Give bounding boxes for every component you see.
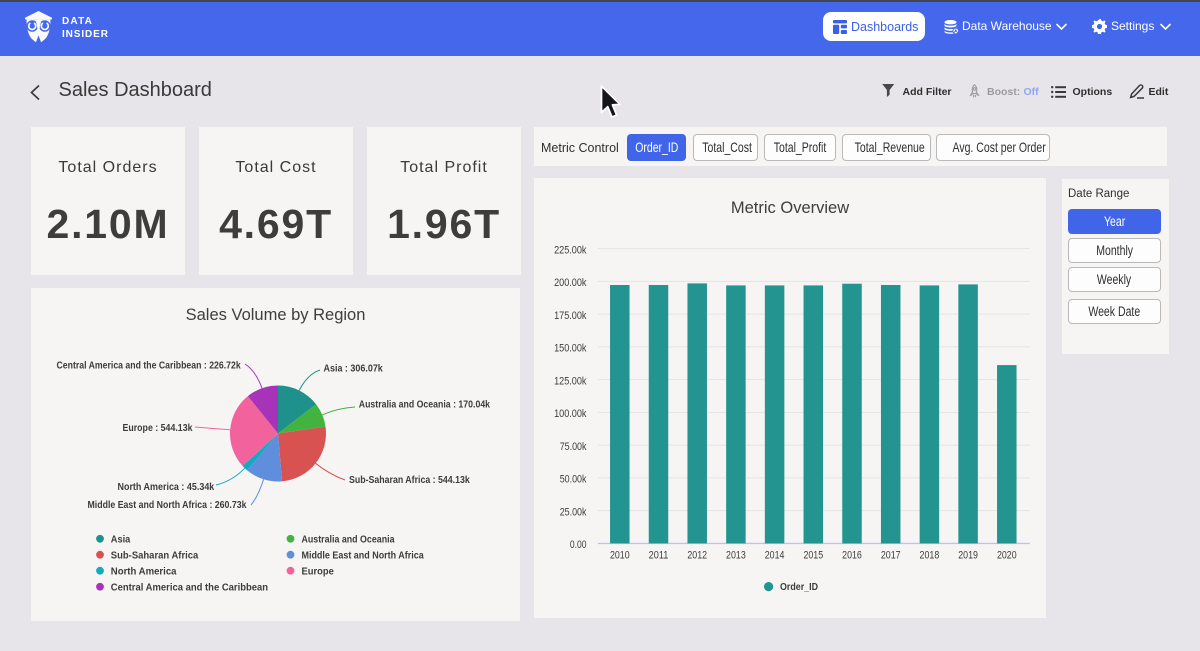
svg-text:2011: 2011 <box>649 550 669 562</box>
svg-text:2010: 2010 <box>610 550 630 562</box>
svg-text:Middle East and North Africa: Middle East and North Africa <box>302 550 424 562</box>
svg-text:Asia: Asia <box>111 534 131 546</box>
svg-text:125.00k: 125.00k <box>554 375 587 387</box>
svg-text:Central America and the Caribb: Central America and the Caribbean <box>111 582 268 594</box>
svg-text:Australia and Oceania: Australia and Oceania <box>302 534 395 546</box>
svg-text:2013: 2013 <box>726 550 746 562</box>
svg-text:150.00k: 150.00k <box>554 343 587 355</box>
svg-text:Central America and the Caribb: Central America and the Caribbean : 226.… <box>57 361 242 372</box>
svg-text:Europe: Europe <box>302 566 334 578</box>
svg-text:2018: 2018 <box>920 550 940 562</box>
svg-text:Australia and Oceania : 170.04: Australia and Oceania : 170.04k <box>359 399 491 410</box>
svg-text:25.00k: 25.00k <box>560 506 587 518</box>
svg-text:225.00k: 225.00k <box>554 244 587 256</box>
svg-text:2012: 2012 <box>687 550 707 562</box>
svg-text:2020: 2020 <box>997 550 1017 562</box>
svg-text:175.00k: 175.00k <box>554 310 587 322</box>
svg-text:2015: 2015 <box>803 550 823 562</box>
svg-text:2019: 2019 <box>958 550 978 562</box>
svg-text:2017: 2017 <box>881 550 901 562</box>
svg-text:2014: 2014 <box>765 550 785 562</box>
svg-text:200.00k: 200.00k <box>554 277 587 289</box>
svg-text:Europe : 544.13k: Europe : 544.13k <box>123 423 193 434</box>
svg-text:North America : 45.34k: North America : 45.34k <box>118 482 215 493</box>
svg-text:0.00: 0.00 <box>570 539 587 551</box>
svg-text:100.00k: 100.00k <box>554 408 587 420</box>
svg-text:Sub-Saharan Africa : 544.13k: Sub-Saharan Africa : 544.13k <box>349 475 470 486</box>
svg-text:75.00k: 75.00k <box>560 441 587 453</box>
svg-text:50.00k: 50.00k <box>560 474 587 486</box>
svg-text:Middle East and North Africa :: Middle East and North Africa : 260.73k <box>88 500 247 511</box>
svg-text:Asia : 306.07k: Asia : 306.07k <box>324 364 384 375</box>
svg-text:2016: 2016 <box>842 550 862 562</box>
svg-text:North America: North America <box>111 566 177 578</box>
svg-text:Sub-Saharan Africa: Sub-Saharan Africa <box>111 550 199 562</box>
svg-text:Order_ID: Order_ID <box>780 581 818 593</box>
